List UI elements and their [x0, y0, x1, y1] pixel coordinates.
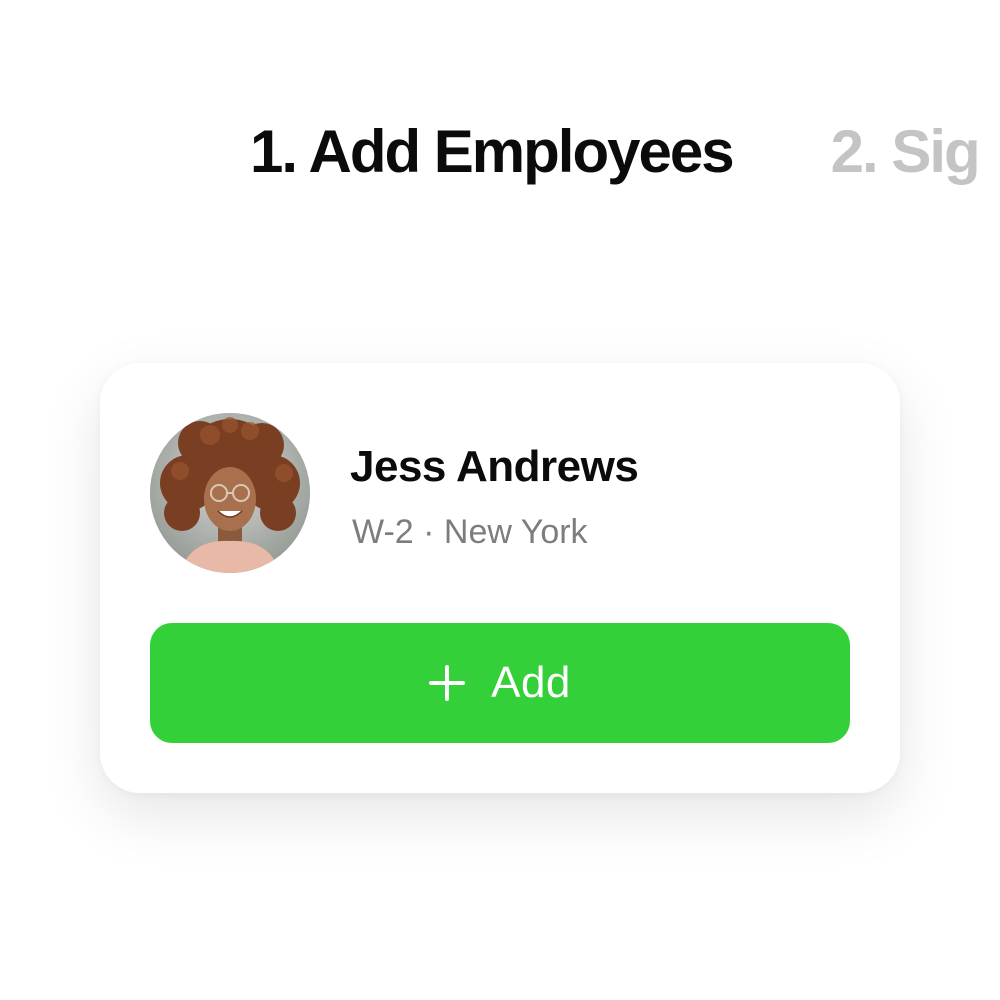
profile-photo-icon [150, 413, 310, 573]
step-indicator: 1. Add Employees 2. Sig [250, 112, 981, 192]
employee-meta: W-2 · New York [352, 513, 588, 551]
step-add-employees[interactable]: 1. Add Employees [250, 118, 735, 185]
add-button-label: Add [491, 658, 571, 707]
avatar [150, 413, 310, 573]
employee-card: Jess Andrews W-2 · New York Add [100, 363, 900, 793]
step-sign[interactable]: 2. Sig [831, 118, 981, 185]
onboarding-screen: 1. Add Employees 2. Sig Jess Andrews W-2… [0, 0, 1000, 1000]
employee-name: Jess Andrews [350, 442, 639, 491]
plus-icon [429, 665, 466, 701]
add-button[interactable]: Add [150, 623, 850, 743]
